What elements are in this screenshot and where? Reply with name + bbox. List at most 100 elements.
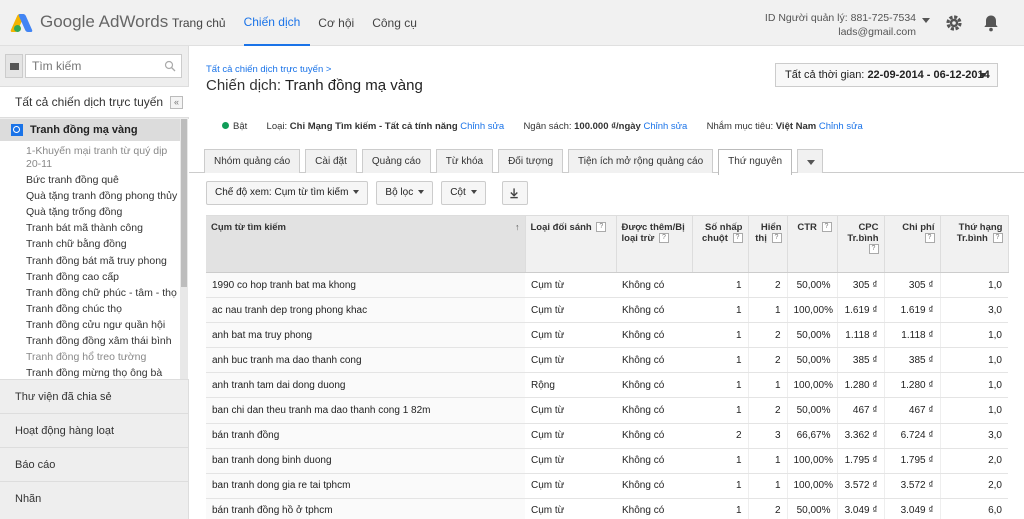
sidebar-bulk-operations[interactable]: Hoạt động hàng loạt (0, 413, 189, 447)
status-state[interactable]: Bật (233, 121, 247, 132)
sidebar: Tất cả chiến dịch trực tuyến « Tranh đồn… (0, 46, 189, 519)
col-search-term[interactable]: Cụm từ tìm kiếm ↑ (206, 215, 526, 273)
col-avg-position[interactable]: Thứ hạng Tr.bình ? (940, 215, 1009, 273)
cell-match-type: Cụm từ (525, 322, 616, 349)
sidebar-scrollbar[interactable] (180, 119, 188, 379)
view-mode-dropdown[interactable]: Chế độ xem: Cụm từ tìm kiếm (206, 181, 369, 205)
cell-avg-cpc: 3.572 ₫ (837, 473, 885, 499)
table-row[interactable]: 1990 co hop tranh bat ma khong Cụm từ Khôn… (206, 272, 1008, 299)
col-impressions[interactable]: Hiển thị ? (748, 215, 788, 273)
edit-type-link[interactable]: Chỉnh sửa (460, 121, 504, 132)
chevron-down-icon[interactable] (922, 18, 930, 23)
help-icon[interactable]: ? (992, 233, 1003, 243)
sidebar-adgroup-item[interactable]: Tranh chữ bằng đồng (26, 238, 178, 251)
sidebar-adgroup-item[interactable]: Quà tặng trống đồng (26, 206, 178, 219)
col-clicks[interactable]: Số nhấp chuột ? (692, 215, 749, 273)
col-ctr[interactable]: CTR ? (787, 215, 838, 273)
help-icon[interactable]: ? (596, 222, 607, 232)
nav-home[interactable]: Trang chủ (172, 0, 236, 46)
sidebar-adgroup-item[interactable]: Quà tặng tranh đồng phong thủy (26, 190, 178, 203)
table-toolbar: Chế độ xem: Cụm từ tìm kiếm Bộ lọc Cột (206, 181, 536, 205)
all-campaigns-link[interactable]: Tất cả chiến dịch trực tuyến « (0, 86, 189, 118)
breadcrumb[interactable]: Tất cả chiến dịch trực tuyến > (206, 64, 331, 75)
table-row[interactable]: anh buc tranh ma dao thanh cong Cụm từ Khô… (206, 347, 1008, 374)
help-icon[interactable]: ? (821, 222, 832, 232)
help-icon[interactable]: ? (732, 233, 743, 243)
scrollbar-thumb[interactable] (181, 119, 187, 287)
sidebar-adgroup-item[interactable]: Tranh đồng hổ treo tường (26, 351, 178, 364)
tab-ads[interactable]: Quảng cáo (361, 149, 431, 173)
tab-settings[interactable]: Cài đặt (305, 149, 357, 173)
cell-search-term: ban tranh dong binh duong (206, 448, 525, 474)
sidebar-adgroup-item[interactable]: Bức tranh đồng quê (26, 174, 178, 187)
table-row[interactable]: bán tranh đồng Cụm từ Không có 2 3 66,67% 3.36… (206, 423, 1008, 449)
more-tabs-dropdown[interactable] (797, 149, 824, 173)
sidebar-adgroup-item[interactable]: Tranh đồng chữ phúc - tâm - thọ (26, 287, 178, 300)
edit-budget-link[interactable]: Chỉnh sửa (643, 121, 687, 132)
sidebar-search-input[interactable] (25, 54, 182, 78)
edit-target-link[interactable]: Chỉnh sửa (819, 121, 863, 132)
account-info[interactable]: ID Người quản lý: 881-725-7534 lads@gmai… (765, 11, 916, 39)
sidebar-labels[interactable]: Nhãn (0, 481, 189, 515)
sidebar-adgroup-item[interactable]: Tranh bát mã thành công (26, 222, 178, 235)
cell-search-term: anh buc tranh ma dao thanh cong (206, 347, 525, 374)
sidebar-adgroup-item[interactable]: Tranh đồng bát mã truy phong (26, 255, 178, 268)
table-row[interactable]: ban tranh dong binh duong Cụm từ Không có 1… (206, 448, 1008, 474)
folder-icon[interactable] (5, 54, 23, 78)
date-range-label: Tất cả thời gian: (785, 69, 865, 81)
cell-ctr: 50,00% (787, 498, 838, 519)
table-row[interactable]: anh tranh tam dai dong duong Rộng Không có… (206, 372, 1008, 399)
columns-dropdown[interactable]: Cột (441, 181, 486, 205)
download-button[interactable] (501, 181, 528, 205)
sidebar-adgroup-item[interactable]: Tranh đồng mừng thọ ông bà (26, 367, 178, 379)
sidebar-adgroup-item[interactable]: 1-Khuyến mại tranh từ quý dịp 20-11 (26, 145, 178, 171)
table-row[interactable]: ac nau tranh dep trong phong khac Cụm từ K… (206, 297, 1008, 324)
help-icon[interactable]: ? (658, 233, 669, 243)
tab-ad-groups[interactable]: Nhóm quảng cáo (204, 149, 301, 173)
cell-impressions: 2 (748, 322, 788, 349)
google-adwords-logo[interactable]: Google AdWords (9, 12, 168, 32)
tab-audiences[interactable]: Đối tượng (498, 149, 563, 173)
tab-dimensions[interactable]: Thứ nguyên (718, 149, 793, 175)
sidebar-adgroup-item[interactable]: Tranh đồng chúc thọ (26, 303, 178, 316)
help-icon[interactable]: ? (771, 233, 782, 243)
cell-avg-position: 1,0 (940, 372, 1008, 399)
table-row[interactable]: anh bat ma truy phong Cụm từ Không có 1 2 50,… (206, 322, 1008, 349)
cell-cost: 385 ₫ (884, 347, 941, 374)
col-added-excluded[interactable]: Được thêm/Bị loại trừ ? (616, 215, 693, 273)
col-avg-cpc[interactable]: CPC Tr.bình ? (837, 215, 885, 273)
budget-label: Ngân sách: (523, 121, 572, 132)
current-campaign[interactable]: Tranh đồng mạ vàng (0, 119, 180, 141)
table-row[interactable]: bán tranh đồng hồ ở tphcm Cụm từ Không có 1… (206, 498, 1008, 519)
help-icon[interactable]: ? (868, 244, 879, 254)
nav-opportunities[interactable]: Cơ hội (318, 0, 364, 46)
bell-icon[interactable] (981, 13, 1001, 33)
nav-tools[interactable]: Công cụ (372, 0, 427, 46)
cell-search-term: ban chi dan theu tranh ma dao thanh cong… (206, 397, 525, 424)
type-value: Chỉ Mạng Tìm kiếm - Tất cả tính năng (289, 121, 458, 132)
tab-keywords[interactable]: Từ khóa (435, 149, 494, 173)
table-row[interactable]: ban tranh dong gia re tai tphcm Cụm từ Khô… (206, 473, 1008, 499)
help-icon[interactable]: ? (924, 233, 935, 243)
sidebar-reports[interactable]: Báo cáo (0, 447, 189, 481)
collapse-sidebar-button[interactable]: « (170, 96, 183, 109)
gear-icon[interactable] (944, 13, 964, 33)
tab-ad-extensions[interactable]: Tiện ích mở rộng quảng cáo (568, 149, 714, 173)
filter-dropdown[interactable]: Bộ lọc (376, 181, 434, 205)
search-icon[interactable] (164, 60, 176, 72)
sidebar-adgroup-item[interactable]: Tranh đồng cao cấp (26, 271, 178, 284)
cell-clicks: 1 (692, 448, 749, 474)
sidebar-adgroup-item[interactable]: Tranh đồng đồng xâm thái bình (26, 335, 178, 348)
nav-campaigns[interactable]: Chiến dịch (243, 0, 311, 46)
table-row[interactable]: ban chi dan theu tranh ma dao thanh cong… (206, 397, 1008, 424)
campaign-status-row: Bật Loại: Chỉ Mạng Tìm kiếm - Tất cả tín… (222, 121, 863, 132)
col-match-type[interactable]: Loại đối sánh ? (525, 215, 617, 273)
sidebar-adgroup-item[interactable]: Tranh đồng cửu ngư quần hội (26, 319, 178, 332)
cell-clicks: 2 (692, 423, 749, 449)
col-cost[interactable]: Chi phí ? (884, 215, 941, 273)
date-range-selector[interactable]: Tất cả thời gian: 22-09-2014 - 06-12-201… (775, 63, 998, 87)
table-body: 1990 co hop tranh bat ma khong Cụm từ Khôn… (206, 272, 1008, 519)
type-label: Loại: (266, 121, 288, 132)
cell-avg-position: 2,0 (940, 473, 1008, 499)
sidebar-shared-library[interactable]: Thư viện đã chia sẻ (0, 379, 189, 413)
